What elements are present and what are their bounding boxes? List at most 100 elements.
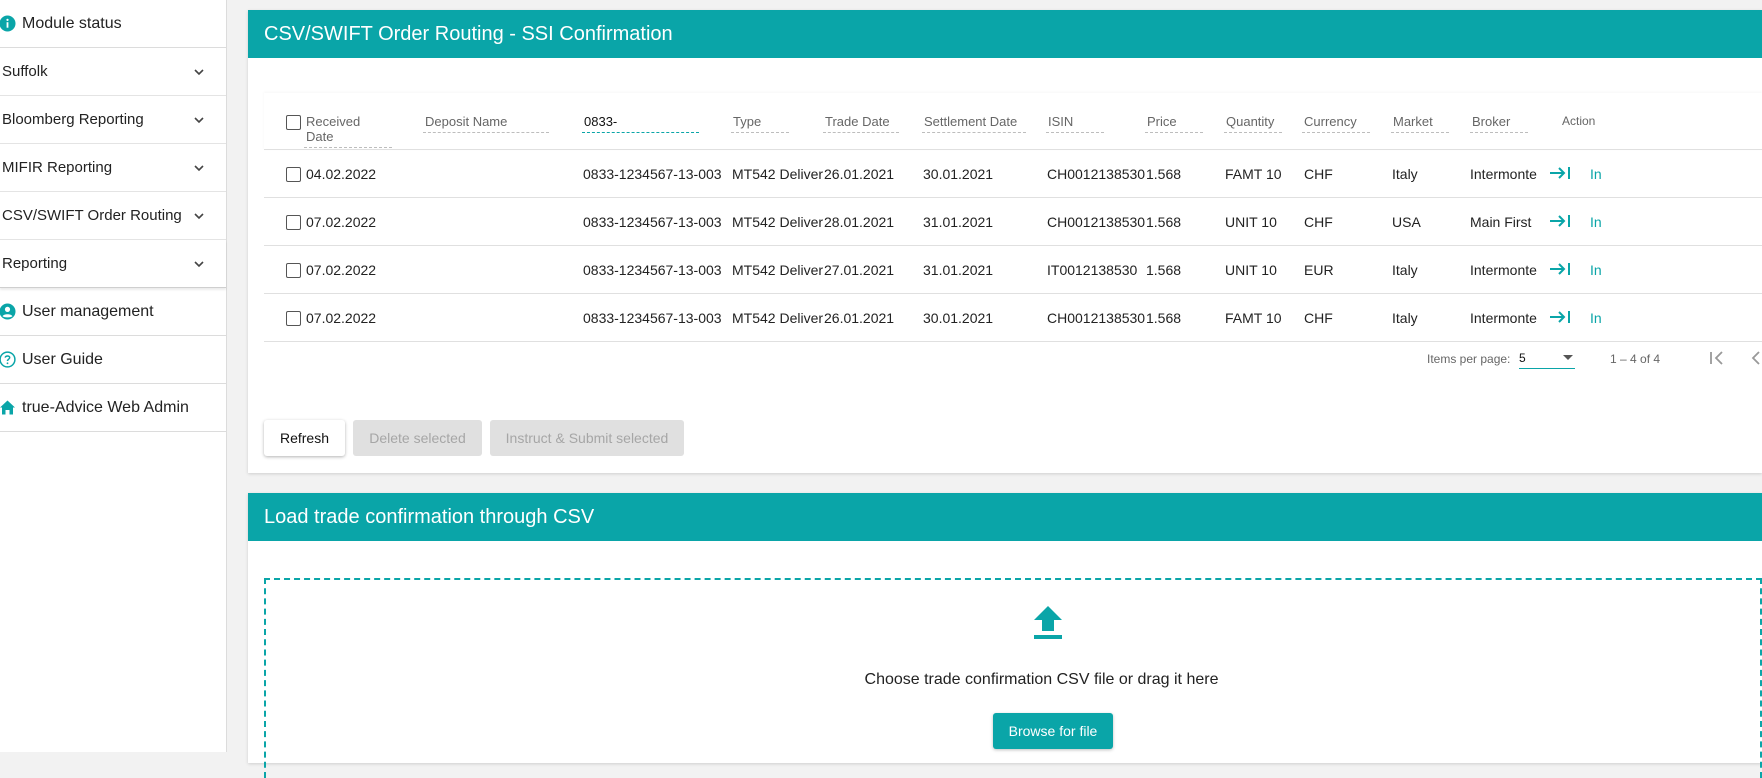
cell-quantity: FAMT 10 [1225, 310, 1282, 326]
refresh-button[interactable]: Refresh [264, 420, 345, 456]
deposit-filter-input[interactable]: 0833- [582, 114, 699, 133]
sidebar-expander-suffolk[interactable]: Suffolk [0, 48, 226, 96]
first-page-icon[interactable] [1707, 348, 1727, 368]
cell-currency: CHF [1304, 310, 1333, 326]
header-trade-date[interactable]: Trade Date [823, 114, 899, 133]
row-action-more[interactable]: In [1590, 310, 1602, 326]
user-circle-icon [0, 303, 16, 320]
sidebar-item-user-management[interactable]: User management [0, 288, 226, 336]
cell-broker: Main First [1470, 214, 1532, 230]
sidebar-expander-label: Suffolk [2, 63, 48, 80]
cell-market: Italy [1392, 166, 1418, 182]
row-checkbox[interactable] [286, 167, 301, 182]
page-size-value: 5 [1519, 351, 1526, 365]
cell-isin: CH0012138530 [1047, 214, 1146, 230]
cell-deposit-name: 0833-1234567-13-003 [583, 262, 722, 278]
sidebar-item-module-status[interactable]: Module status [0, 0, 226, 48]
sidebar-expander-csv-swift-order-routing[interactable]: CSV/SWIFT Order Routing [0, 192, 226, 240]
header-price[interactable]: Price [1145, 114, 1203, 133]
row-checkbox[interactable] [286, 263, 301, 278]
select-all-checkbox[interactable] [286, 115, 301, 130]
sidebar-item-label: User Guide [22, 350, 103, 368]
table-row: 07.02.2022 0833-1234567-13-003 MT542 Del… [264, 294, 1762, 342]
sidebar-item-user-guide[interactable]: User Guide [0, 336, 226, 384]
sidebar-item-label: Module status [22, 14, 122, 32]
instruct-arrow-icon[interactable] [1548, 211, 1572, 231]
cell-broker: Intermonte [1470, 166, 1537, 182]
instruct-arrow-icon[interactable] [1548, 163, 1572, 183]
cell-deposit-name: 0833-1234567-13-003 [583, 310, 722, 326]
cell-market: Italy [1392, 262, 1418, 278]
cell-received-date: 07.02.2022 [306, 310, 377, 326]
sidebar-expander-mifir-reporting[interactable]: MIFIR Reporting [0, 144, 226, 192]
sidebar-expander-bloomberg-reporting[interactable]: Bloomberg Reporting [0, 96, 226, 144]
cell-broker: Intermonte [1470, 310, 1537, 326]
row-checkbox[interactable] [286, 311, 301, 326]
header-settlement-date[interactable]: Settlement Date [922, 114, 1026, 133]
chevron-down-icon [194, 116, 204, 123]
header-quantity[interactable]: Quantity [1224, 114, 1282, 133]
browse-file-button[interactable]: Browse for file [993, 713, 1113, 749]
header-currency[interactable]: Currency [1302, 114, 1370, 133]
cell-price: 1.568 [1146, 214, 1182, 230]
instruct-submit-selected-button[interactable]: Instruct & Submit selected [490, 420, 684, 456]
sidebar: Module status Suffolk Bloomberg Reportin… [0, 0, 227, 752]
cell-settlement-date: 31.01.2021 [923, 214, 994, 230]
cell-type: MT542 Deliver [732, 214, 824, 230]
row-action-more[interactable]: In [1590, 166, 1602, 182]
header-received-date[interactable]: Received Date [304, 114, 392, 148]
info-icon [0, 15, 16, 32]
previous-page-icon[interactable] [1749, 348, 1762, 368]
instruct-arrow-icon[interactable] [1548, 259, 1572, 279]
cell-settlement-date: 30.01.2021 [923, 310, 994, 326]
cell-quantity: FAMT 10 [1225, 166, 1282, 182]
dropzone-instructions: Choose trade confirmation CSV file or dr… [864, 671, 1219, 688]
cell-isin: CH0012138530 [1047, 166, 1146, 182]
cell-market: Italy [1392, 310, 1418, 326]
row-checkbox[interactable] [286, 215, 301, 230]
header-action: Action [1562, 114, 1596, 128]
sidebar-expander-reporting[interactable]: Reporting [0, 240, 226, 288]
table-row: 07.02.2022 0833-1234567-13-003 MT542 Del… [264, 198, 1762, 246]
cell-settlement-date: 30.01.2021 [923, 166, 994, 182]
chevron-down-icon [194, 164, 204, 171]
sidebar-expander-label: CSV/SWIFT Order Routing [2, 207, 182, 224]
cell-type: MT542 Deliver [732, 166, 824, 182]
chevron-down-icon [194, 68, 204, 75]
cell-received-date: 07.02.2022 [306, 262, 377, 278]
instruct-arrow-icon[interactable] [1548, 307, 1572, 327]
cell-price: 1.568 [1146, 310, 1182, 326]
table-row: 07.02.2022 0833-1234567-13-003 MT542 Del… [264, 246, 1762, 294]
csv-upload-panel: Load trade confirmation through CSV Choo… [248, 493, 1762, 778]
page-range-label: 1 – 4 of 4 [1610, 352, 1661, 366]
sidebar-expander-label: Reporting [2, 255, 68, 272]
page-size-select[interactable]: 5 [1519, 347, 1575, 369]
delete-selected-button[interactable]: Delete selected [353, 420, 482, 456]
chevron-down-icon [194, 212, 204, 219]
cell-trade-date: 28.01.2021 [824, 214, 895, 230]
row-action-more[interactable]: In [1590, 214, 1602, 230]
cell-type: MT542 Deliver [732, 262, 824, 278]
sidebar-expander-label: MIFIR Reporting [2, 159, 113, 176]
header-type[interactable]: Type [731, 114, 789, 133]
cell-quantity: UNIT 10 [1225, 262, 1277, 278]
help-circle-icon [0, 351, 16, 368]
cell-type: MT542 Deliver [732, 310, 824, 326]
sidebar-item-label: User management [22, 302, 154, 320]
cell-currency: CHF [1304, 214, 1333, 230]
row-action-more[interactable]: In [1590, 262, 1602, 278]
cell-currency: CHF [1304, 166, 1333, 182]
cell-market: USA [1392, 214, 1421, 230]
cell-quantity: UNIT 10 [1225, 214, 1277, 230]
header-deposit-name[interactable]: Deposit Name [423, 114, 549, 133]
header-broker[interactable]: Broker [1470, 114, 1528, 133]
header-market[interactable]: Market [1391, 114, 1449, 133]
cell-received-date: 04.02.2022 [306, 166, 377, 182]
sidebar-item-web-admin[interactable]: true-Advice Web Admin [0, 384, 226, 432]
panel-title: Load trade confirmation through CSV [248, 493, 1762, 541]
cell-currency: EUR [1304, 262, 1334, 278]
cell-trade-date: 26.01.2021 [824, 166, 895, 182]
header-isin[interactable]: ISIN [1046, 114, 1104, 133]
cell-price: 1.568 [1146, 262, 1182, 278]
sidebar-item-label: true-Advice Web Admin [22, 398, 189, 416]
